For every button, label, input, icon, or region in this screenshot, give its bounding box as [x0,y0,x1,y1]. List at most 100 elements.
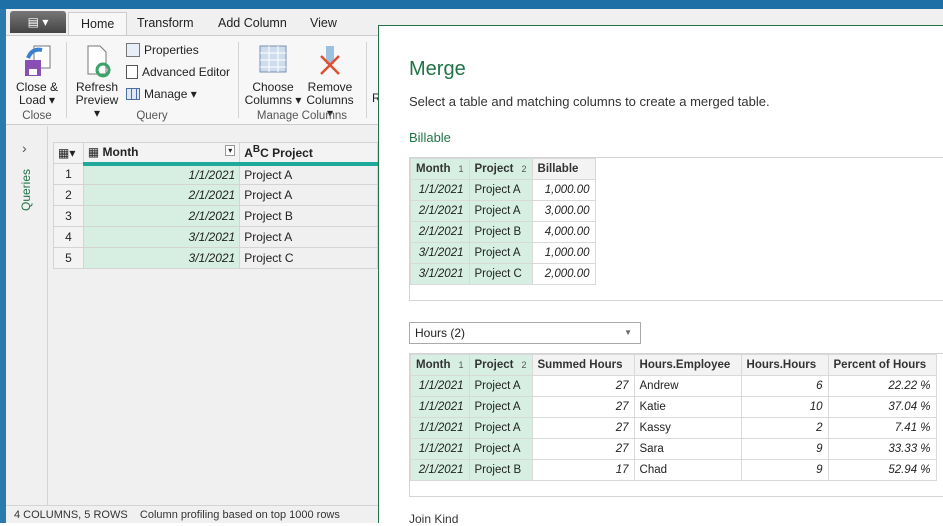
table-cell[interactable]: 10 [740,396,829,418]
column-header[interactable]: Percent of Hours [827,354,937,376]
table-row[interactable]: 2 2/1/2021 Project A [53,184,378,206]
table-row[interactable]: 3 2/1/2021 Project B [53,205,378,227]
table-cell[interactable]: 1,000.00 [531,242,596,264]
close-load-button[interactable]: Close & Load ▾ [14,44,60,107]
table-cell[interactable]: Project C [468,263,533,285]
table-cell[interactable]: 9 [740,459,829,481]
row-number[interactable]: 2 [53,184,84,206]
table-cell[interactable]: Project B [468,459,533,481]
table-row[interactable]: 2/1/2021 Project B 4,000.00 [410,221,596,243]
table-row[interactable]: 1/1/2021 Project A 27 Andrew 6 22.22 % [410,375,937,397]
table-row[interactable]: 1 1/1/2021 Project A [53,163,378,185]
table-row[interactable]: 3/1/2021 Project A 1,000.00 [410,242,596,264]
table-row[interactable]: 1/1/2021 Project A 27 Kassy 2 7.41 % [410,417,937,439]
table-cell[interactable]: 3/1/2021 [410,263,470,285]
cell-project[interactable]: Project A [239,184,378,206]
expand-chevron-icon[interactable]: › [22,140,27,156]
table-cell[interactable]: Project A [468,179,533,201]
table-cell[interactable]: Project A [468,396,533,418]
table-cell[interactable]: 17 [531,459,635,481]
table-cell[interactable]: 1/1/2021 [410,438,470,460]
cell-month[interactable]: 2/1/2021 [82,184,241,206]
table-cell[interactable]: 7.41 % [827,417,937,439]
table-cell[interactable]: Sara [633,438,742,460]
cell-month[interactable]: 3/1/2021 [82,247,241,269]
filter-dropdown-icon[interactable]: ▾ [225,145,236,157]
table-row[interactable]: 1/1/2021 Project A 27 Katie 10 37.04 % [410,396,937,418]
properties-button[interactable]: Properties [126,40,199,60]
table-menu-icon[interactable]: ▦▾ [53,142,84,164]
table-cell[interactable]: Project A [468,200,533,222]
cell-project[interactable]: Project C [239,247,378,269]
column-header[interactable]: Hours.Hours [740,354,829,376]
cell-project[interactable]: Project A [239,163,378,185]
cell-month[interactable]: 2/1/2021 [82,205,241,227]
cell-month[interactable]: 1/1/2021 [82,163,241,185]
table-cell[interactable]: 27 [531,396,635,418]
column-header-project[interactable]: ABC Project [239,142,378,166]
column-header[interactable]: Billable [531,158,596,180]
table-row[interactable]: 3/1/2021 Project C 2,000.00 [410,263,596,285]
table-cell[interactable]: 27 [531,438,635,460]
table-cell[interactable]: 6 [740,375,829,397]
table-row[interactable]: 2/1/2021 Project B 17 Chad 9 52.94 % [410,459,937,481]
row-number[interactable]: 4 [53,226,84,248]
cell-month[interactable]: 3/1/2021 [82,226,241,248]
column-header[interactable]: Project 2 [468,158,533,180]
refresh-preview-button[interactable]: Refresh Preview ▾ [72,44,122,120]
table-cell[interactable]: 52.94 % [827,459,937,481]
table-cell[interactable]: 33.33 % [827,438,937,460]
row-number[interactable]: 3 [53,205,84,227]
table-cell[interactable]: 4,000.00 [531,221,596,243]
table-cell[interactable]: Project B [468,221,533,243]
table-cell[interactable]: Project A [468,242,533,264]
table-cell[interactable]: 1/1/2021 [410,417,470,439]
table-cell[interactable]: 3/1/2021 [410,242,470,264]
manage-button[interactable]: Manage ▾ [126,84,197,104]
second-table-select[interactable]: Hours (2) ▼ [409,322,641,344]
table-cell[interactable]: 1/1/2021 [410,179,470,201]
table-cell[interactable]: 3,000.00 [531,200,596,222]
table-cell[interactable]: 2 [740,417,829,439]
table-row[interactable]: 1/1/2021 Project A 1,000.00 [410,179,596,201]
table-cell[interactable]: Project A [468,438,533,460]
table-cell[interactable]: 2/1/2021 [410,459,470,481]
column-header[interactable]: Month 1 [410,354,470,376]
column-header[interactable]: Hours.Employee [633,354,742,376]
row-number[interactable]: 1 [53,163,84,185]
column-header[interactable]: Project 2 [468,354,533,376]
column-header[interactable]: Month 1 [410,158,470,180]
column-header[interactable]: Summed Hours [531,354,635,376]
table-cell[interactable]: 2/1/2021 [410,200,470,222]
table-cell[interactable]: Project A [468,417,533,439]
table-cell[interactable]: Andrew [633,375,742,397]
table-cell[interactable]: 9 [740,438,829,460]
table-cell[interactable]: 1,000.00 [531,179,596,201]
column-header-month[interactable]: ▦ Month ▾ [82,142,241,166]
queries-label[interactable]: Queries [19,169,33,211]
cell-project[interactable]: Project B [239,205,378,227]
tab-transform[interactable]: Transform [125,12,206,36]
choose-columns-button[interactable]: Choose Columns ▾ [244,44,302,107]
remove-columns-button[interactable]: Remove Columns ▾ [302,44,358,120]
table-cell[interactable]: Chad [633,459,742,481]
table-cell[interactable]: 1/1/2021 [410,396,470,418]
cell-project[interactable]: Project A [239,226,378,248]
table-cell[interactable]: 37.04 % [827,396,937,418]
tab-add-column[interactable]: Add Column [206,12,299,36]
table-cell[interactable]: Katie [633,396,742,418]
table-cell[interactable]: 22.22 % [827,375,937,397]
table-cell[interactable]: 1/1/2021 [410,375,470,397]
table-cell[interactable]: Kassy [633,417,742,439]
table-cell[interactable]: 2/1/2021 [410,221,470,243]
table-row[interactable]: 4 3/1/2021 Project A [53,226,378,248]
tab-view[interactable]: View [298,12,349,36]
table-cell[interactable]: 27 [531,375,635,397]
tab-home[interactable]: Home [68,12,128,36]
table-row[interactable]: 1/1/2021 Project A 27 Sara 9 33.33 % [410,438,937,460]
row-number[interactable]: 5 [53,247,84,269]
table-cell[interactable]: Project A [468,375,533,397]
table-cell[interactable]: 2,000.00 [531,263,596,285]
table-row[interactable]: 2/1/2021 Project A 3,000.00 [410,200,596,222]
file-menu-button[interactable]: ▤ ▾ [10,11,66,33]
